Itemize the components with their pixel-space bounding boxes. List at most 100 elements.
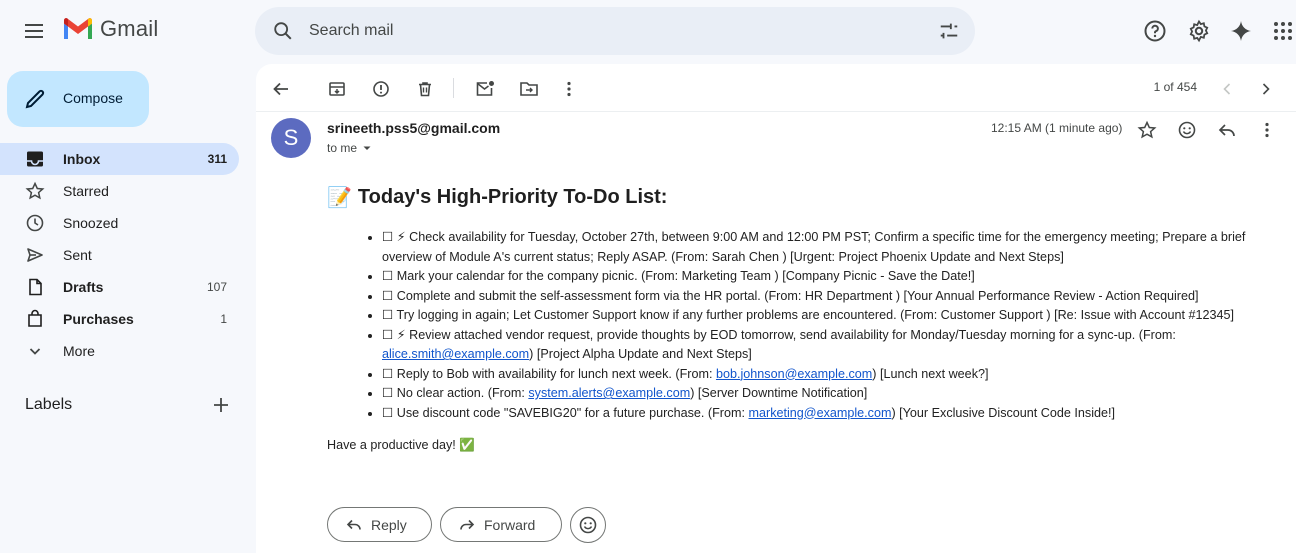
labels-heading: Labels [25,396,73,413]
sender-link[interactable]: alice.smith@example.com [382,347,529,361]
trash-icon[interactable] [411,75,439,103]
smiley-icon [579,516,597,534]
todo-list: ☐ ⚡ Check availability for Tuesday, Octo… [367,228,1267,423]
toolbar-divider [453,78,454,98]
email-heading-text: Today's High-Priority To-Do List: [357,186,668,208]
star-icon [25,181,45,201]
recipient-label: to me [327,141,358,155]
reply-button[interactable]: Reply [327,507,432,542]
sidebar-item-label: Sent [63,247,92,263]
forward-label: Forward [484,516,536,533]
item-subject: ) [Lunch next week?] [872,366,989,381]
list-item: ☐ ⚡ Review attached vendor request, prov… [382,326,1267,365]
report-spam-icon[interactable] [367,75,395,103]
item-text: ☐ Use discount code "SAVEBIG20" for a fu… [382,405,749,420]
archive-icon[interactable] [323,75,351,103]
sidebar-item-inbox[interactable]: Inbox 311 [0,143,239,175]
send-icon [25,245,45,265]
search-input[interactable] [309,19,889,43]
plus-icon [214,398,228,412]
caret-down-icon [363,146,371,150]
help-icon[interactable] [1139,15,1171,47]
settings-gear-icon[interactable] [1183,15,1215,47]
message-toolbar: 1 of 454 [256,64,1296,112]
message-timestamp: 12:15 AM (1 minute ago) [991,121,1123,135]
compose-button[interactable]: Compose [7,71,149,127]
list-item: ☐ Mark your calendar for the company pic… [382,267,1267,287]
move-to-icon[interactable] [515,75,543,103]
draft-count: 107 [206,280,227,294]
list-item: ☐ ⚡ Check availability for Tuesday, Octo… [382,228,1267,267]
item-subject: ) [Project Alpha Update and Next Steps] [529,347,752,361]
message-more-icon[interactable] [1253,116,1281,144]
compose-label: Compose [63,90,123,106]
sidebar-item-more[interactable]: More [0,335,239,367]
more-options-icon[interactable] [555,75,583,103]
search-bar[interactable] [255,7,975,55]
list-item: ☐ Use discount code "SAVEBIG20" for a fu… [382,404,1267,424]
item-text: ☐ No clear action. (From: [382,386,529,400]
reply-arrow-icon [345,516,363,534]
search-icon[interactable] [269,17,297,45]
sidebar-item-drafts[interactable]: Drafts 107 [0,271,239,303]
chevron-down-icon [25,341,45,361]
sidebar-item-snoozed[interactable]: Snoozed [0,207,239,239]
sidebar-item-label: Purchases [63,311,134,327]
top-bar: Gmail [0,0,1296,62]
reply-label: Reply [371,516,407,533]
list-item: ☐ Reply to Bob with availability for lun… [382,365,1267,385]
hamburger-icon [25,24,43,38]
back-arrow-icon[interactable] [267,75,295,103]
list-item: ☐ Try logging in again; Let Customer Sup… [382,306,1267,326]
sidebar-item-starred[interactable]: Starred [0,175,239,207]
email-heading: 📝 Today's High-Priority To-Do List: [327,185,667,210]
sidebar-item-sent[interactable]: Sent [0,239,239,271]
gmail-m-icon [64,18,92,39]
add-label-button[interactable] [209,393,233,417]
item-text: ☐ Reply to Bob with availability for lun… [382,366,716,381]
apps-grid-icon[interactable] [1267,15,1296,47]
main-menu-button[interactable] [14,11,54,51]
forward-button[interactable]: Forward [440,507,562,542]
gemini-sparkle-icon[interactable] [1225,15,1257,47]
inbox-icon [25,149,45,169]
pencil-icon [25,89,45,109]
sidebar-item-label: Inbox [63,151,101,167]
sidebar-item-purchases[interactable]: Purchases 1 [0,303,239,335]
item-subject: ) [Your Exclusive Discount Code Inside!] [891,405,1116,420]
sender-link[interactable]: bob.johnson@example.com [716,367,872,381]
reply-icon[interactable] [1213,116,1241,144]
gmail-logo[interactable]: Gmail [62,16,158,42]
recipient-details[interactable]: to me [327,141,373,155]
pagination-count: 1 of 454 [1153,80,1197,94]
star-message-icon[interactable] [1133,116,1161,144]
clock-icon [25,213,45,233]
unread-count: 311 [207,152,227,166]
sidebar-item-label: Snoozed [63,215,119,231]
emoji-reaction-button[interactable] [570,507,606,543]
sender-email[interactable]: srineeth.pss5@gmail.com [327,120,500,136]
sender-link[interactable]: marketing@example.com [749,406,892,420]
email-signoff: Have a productive day! ✅ [327,438,475,452]
search-options-icon[interactable] [937,19,961,43]
sidebar-item-label: Starred [63,183,109,199]
mark-unread-icon[interactable] [471,75,499,103]
app-name: Gmail [100,16,159,41]
purchase-count: 1 [220,312,227,326]
chevron-right-icon[interactable] [1252,75,1280,103]
forward-arrow-icon [458,516,476,534]
sidebar-item-label: More [63,343,95,359]
memo-emoji: 📝 [327,187,352,209]
sender-link[interactable]: system.alerts@example.com [528,386,690,400]
avatar[interactable]: S [271,118,311,158]
chevron-left-icon[interactable] [1213,75,1241,103]
item-text: ☐ ⚡ Review attached vendor request, prov… [382,327,1176,342]
item-subject: ) [Server Downtime Notification] [690,386,868,400]
draft-icon [25,277,45,297]
sidebar-nav: Inbox 311 Starred Snoozed Sent Drafts 10… [0,143,256,367]
emoji-react-icon[interactable] [1173,116,1201,144]
shopping-bag-icon [25,309,45,329]
message-view: 1 of 454 S srineeth.pss5@gmail.com to me… [256,64,1296,553]
list-item: ☐ No clear action. (From: system.alerts@… [382,384,1267,404]
sidebar-item-label: Drafts [63,279,104,295]
